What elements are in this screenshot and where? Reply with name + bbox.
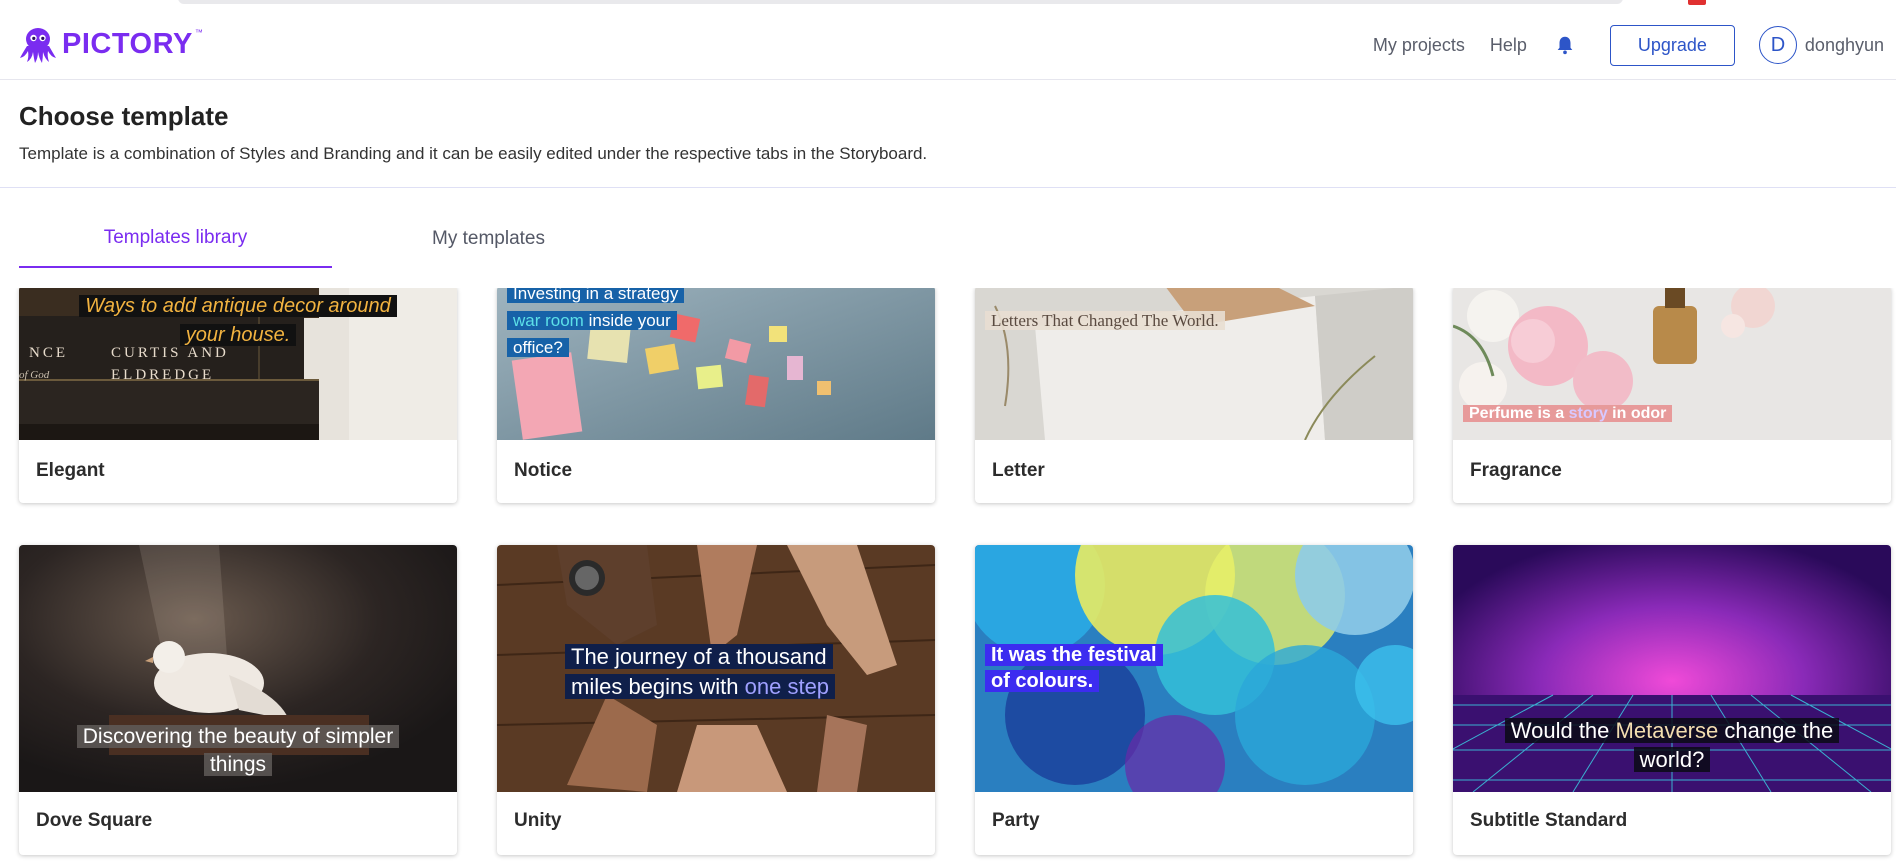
- template-thumbnail: The journey of a thousand miles begins w…: [497, 545, 935, 792]
- template-caption: Perfume is a story in odor: [1463, 402, 1673, 426]
- help-link[interactable]: Help: [1490, 35, 1527, 56]
- template-caption: Letters That Changed The World.: [985, 308, 1225, 334]
- template-caption: Discovering the beauty of simpler things: [53, 723, 423, 779]
- book-spine-text-1: NCE: [29, 345, 68, 361]
- template-caption: Ways to add antique decor around your ho…: [73, 292, 403, 350]
- brand-wordmark: PICTORY: [62, 27, 193, 60]
- browser-top-strip: [0, 0, 1896, 10]
- template-thumbnail: Would the Metaverse change the world?: [1453, 545, 1891, 792]
- top-navbar: PICTORY ™ My projects Help Upgrade D don…: [0, 10, 1896, 80]
- template-caption: Investing in a strategy war room inside …: [507, 288, 685, 361]
- template-tabs: Templates library My templates: [19, 210, 619, 268]
- template-card-unity[interactable]: The journey of a thousand miles begins w…: [497, 545, 935, 855]
- page-header: Choose template Template is a combinatio…: [0, 81, 1896, 188]
- template-thumbnail: Perfume is a story in odor: [1453, 288, 1891, 440]
- template-card-notice[interactable]: Investing in a strategy war room inside …: [497, 288, 935, 503]
- trademark-mark: ™: [194, 27, 203, 37]
- page-subtitle: Template is a combination of Styles and …: [19, 144, 928, 163]
- template-card-fragrance[interactable]: Perfume is a story in odor Fragrance: [1453, 288, 1891, 503]
- template-card-party[interactable]: It was the festival of colours. Party: [975, 545, 1413, 855]
- template-caption: It was the festival of colours.: [985, 642, 1163, 694]
- templates-grid: NCE CURTIS AND of God ELDREDGE Ways to a…: [0, 288, 1896, 864]
- template-name: Subtitle Standard: [1470, 810, 1628, 831]
- template-card-dove-square[interactable]: Discovering the beauty of simpler things…: [19, 545, 457, 855]
- bell-icon[interactable]: [1554, 34, 1576, 56]
- template-name: Letter: [992, 460, 1045, 481]
- nav-right: My projects Help Upgrade D donghyun: [1373, 10, 1896, 80]
- upgrade-button[interactable]: Upgrade: [1609, 24, 1735, 66]
- book-spine-text-3: of God: [19, 369, 50, 381]
- page-title: Choose template: [19, 101, 229, 131]
- my-projects-link[interactable]: My projects: [1373, 35, 1465, 56]
- template-name: Notice: [514, 460, 573, 481]
- tab-templates-library[interactable]: Templates library: [19, 210, 332, 268]
- template-thumbnail: Letters That Changed The World.: [975, 288, 1413, 440]
- template-thumbnail: Investing in a strategy war room inside …: [497, 288, 935, 440]
- template-name: Fragrance: [1470, 460, 1562, 481]
- template-name: Unity: [514, 810, 562, 831]
- template-card-subtitle-standard[interactable]: Would the Metaverse change the world? Su…: [1453, 545, 1891, 855]
- template-name: Elegant: [36, 460, 105, 481]
- template-thumbnail: It was the festival of colours.: [975, 545, 1413, 792]
- octopus-logo-icon: [20, 28, 56, 63]
- template-caption: Would the Metaverse change the world?: [1477, 716, 1867, 774]
- template-thumbnail: NCE CURTIS AND of God ELDREDGE Ways to a…: [19, 288, 457, 440]
- extension-badge: [1688, 0, 1706, 5]
- username-label[interactable]: donghyun: [1805, 35, 1884, 56]
- template-card-letter[interactable]: Letters That Changed The World. Letter: [975, 288, 1413, 503]
- template-name: Party: [992, 810, 1040, 831]
- avatar[interactable]: D: [1758, 26, 1797, 64]
- book-spine-text-4: ELDREDGE: [111, 367, 215, 383]
- pictory-logo[interactable]: PICTORY ™: [18, 24, 205, 64]
- address-bar-edge: [178, 0, 1623, 4]
- tab-my-templates[interactable]: My templates: [332, 210, 645, 268]
- template-name: Dove Square: [36, 810, 153, 831]
- template-caption: The journey of a thousand miles begins w…: [565, 642, 836, 702]
- template-thumbnail: Discovering the beauty of simpler things: [19, 545, 457, 792]
- template-card-elegant[interactable]: NCE CURTIS AND of God ELDREDGE Ways to a…: [19, 288, 457, 503]
